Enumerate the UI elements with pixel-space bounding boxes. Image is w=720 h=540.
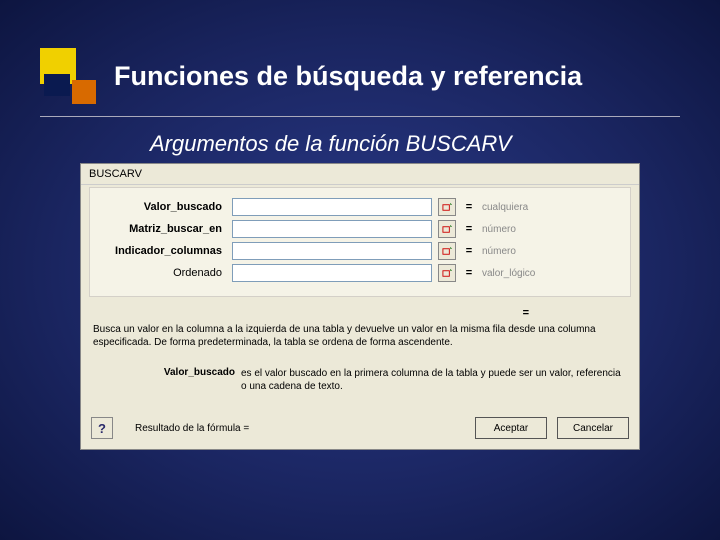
- arg-row-valor-buscado: Valor_buscado = cualquiera: [98, 198, 622, 216]
- arg-row-indicador-columnas: Indicador_columnas = número: [98, 242, 622, 260]
- parameter-help-text: es el valor buscado en la primera column…: [241, 367, 627, 393]
- arg-row-matriz-buscar-en: Matriz_buscar_en = número: [98, 220, 622, 238]
- range-selector-icon: [442, 202, 453, 213]
- range-selector-icon: [442, 246, 453, 257]
- arg-label: Matriz_buscar_en: [98, 223, 226, 235]
- parameter-help: Valor_buscado es el valor buscado en la …: [81, 357, 639, 411]
- arg-label: Ordenado: [98, 267, 226, 279]
- slide-bullet-icon: [40, 48, 96, 104]
- slide-subtitle: Argumentos de la función BUSCARV: [150, 131, 720, 157]
- range-selector-button[interactable]: [438, 264, 456, 282]
- arg-type-hint: número: [482, 224, 516, 235]
- arg-type-hint: cualquiera: [482, 202, 528, 213]
- title-underline: [40, 116, 680, 117]
- function-name-label: BUSCARV: [81, 164, 639, 185]
- range-selector-button[interactable]: [438, 242, 456, 260]
- range-selector-button[interactable]: [438, 198, 456, 216]
- function-arguments-dialog: BUSCARV Valor_buscado = cualquiera Matri…: [80, 163, 640, 450]
- equals-sign: =: [462, 201, 476, 213]
- range-selector-icon: [442, 268, 453, 279]
- function-description: Busca un valor en la columna a la izquie…: [81, 323, 639, 357]
- slide-title: Funciones de búsqueda y referencia: [114, 61, 582, 92]
- range-selector-button[interactable]: [438, 220, 456, 238]
- cancel-button[interactable]: Cancelar: [557, 417, 629, 439]
- parameter-help-label: Valor_buscado: [93, 367, 241, 393]
- equals-sign: =: [462, 267, 476, 279]
- result-preview-equals: =: [81, 303, 639, 323]
- arg-input-valor-buscado[interactable]: [232, 198, 432, 216]
- equals-sign: =: [462, 223, 476, 235]
- arg-label: Indicador_columnas: [98, 245, 226, 257]
- arg-input-ordenado[interactable]: [232, 264, 432, 282]
- arg-type-hint: número: [482, 246, 516, 257]
- equals-sign: =: [462, 245, 476, 257]
- range-selector-icon: [442, 224, 453, 235]
- help-button[interactable]: ?: [91, 417, 113, 439]
- formula-result-label: Resultado de la fórmula =: [123, 423, 465, 434]
- ok-button[interactable]: Aceptar: [475, 417, 547, 439]
- help-icon: ?: [98, 421, 106, 436]
- arg-row-ordenado: Ordenado = valor_lógico: [98, 264, 622, 282]
- arg-type-hint: valor_lógico: [482, 268, 535, 279]
- arguments-panel: Valor_buscado = cualquiera Matriz_buscar…: [89, 187, 631, 297]
- arg-input-matriz-buscar-en[interactable]: [232, 220, 432, 238]
- arg-label: Valor_buscado: [98, 201, 226, 213]
- arg-input-indicador-columnas[interactable]: [232, 242, 432, 260]
